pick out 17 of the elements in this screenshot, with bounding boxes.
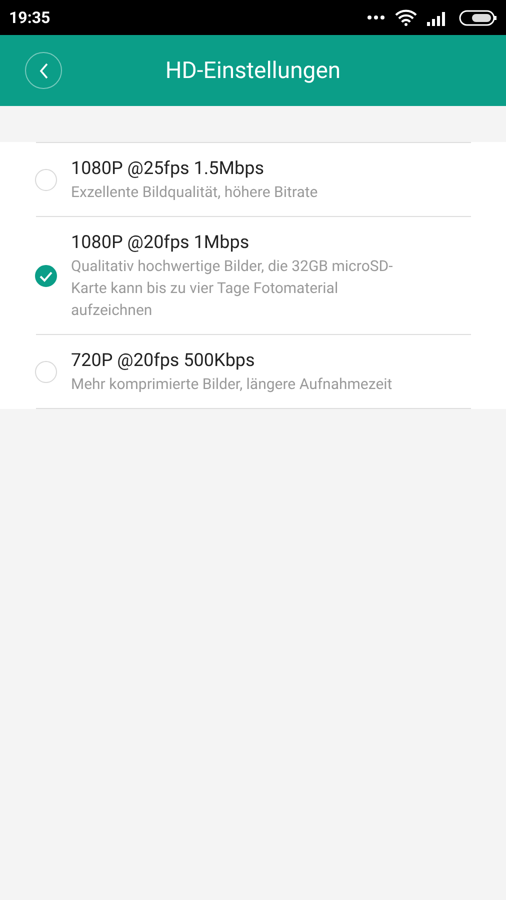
option-description: Exzellente Bildqualität, höhere Bitrate [71, 182, 319, 203]
clock-time: 19:35 [9, 8, 52, 27]
option-description: Mehr komprimierte Bilder, längere Aufnahmezeit [71, 374, 394, 395]
radio-checked[interactable] [35, 265, 57, 287]
battery-icon [459, 10, 497, 26]
check-icon [39, 270, 53, 282]
radio-button[interactable] [35, 169, 57, 191]
option-description: Qualitativ hochwertige Bilder, die 32GB microSD-Karte kann bis zu vier Tage Fotomaterial aufzeichnen [71, 256, 394, 321]
more-icon [367, 15, 385, 20]
option-label: 720P @20fps 500Kbps [71, 349, 256, 373]
wifi-icon [395, 9, 417, 26]
screen-title: HD-Einstellungen [165, 57, 341, 84]
back-button[interactable] [25, 52, 62, 89]
back-icon [38, 62, 50, 80]
option-label: 1080P @25fps 1.5Mbps [71, 157, 265, 181]
radio-button[interactable] [35, 361, 57, 383]
option-label: 1080P @20fps 1Mbps [71, 231, 250, 255]
